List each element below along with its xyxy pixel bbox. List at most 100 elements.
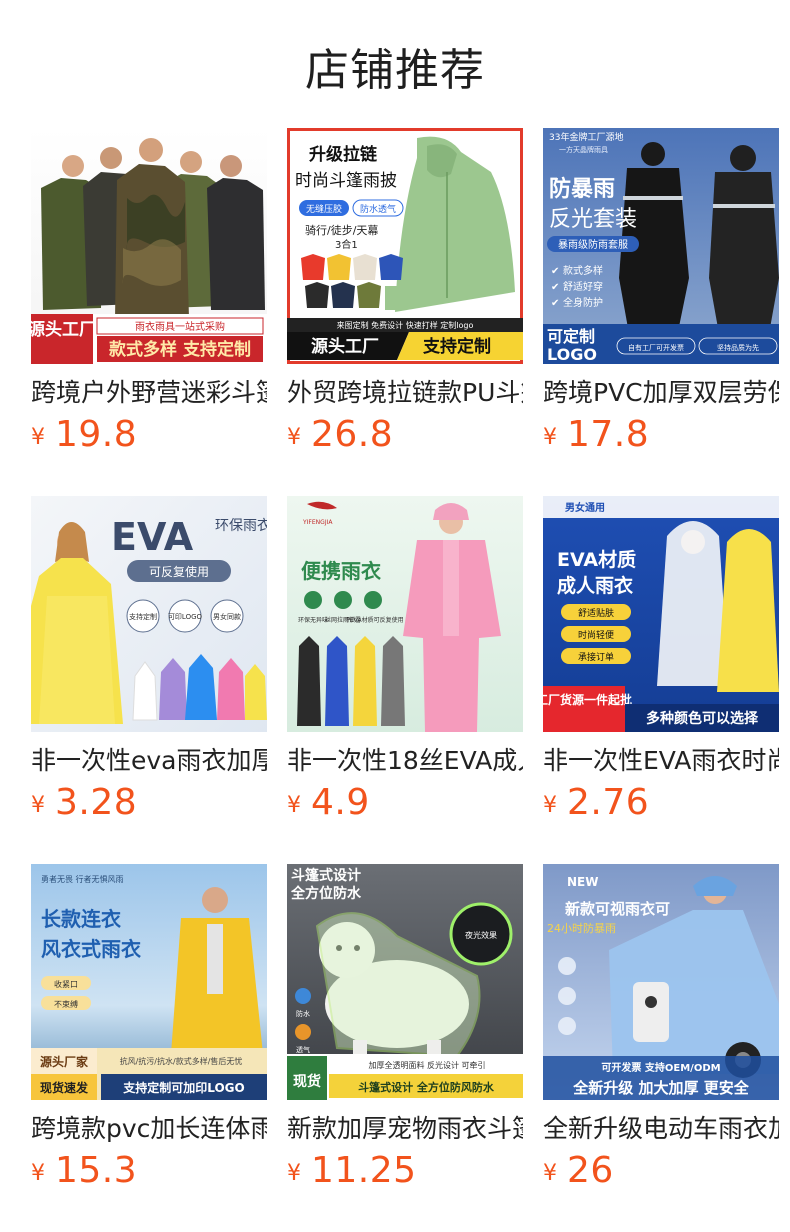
product-price: 17.8 bbox=[567, 414, 650, 455]
product-title[interactable]: 非一次性eva雨衣加厚成人 bbox=[31, 744, 267, 778]
currency-symbol: ¥ bbox=[543, 793, 557, 818]
headline: 长款连衣 bbox=[41, 907, 121, 931]
product-card[interactable]: 升级拉链 时尚斗篷雨披 无缝压胶 防水透气 骑行/徒步/天幕 3合1 来图定制 … bbox=[287, 128, 523, 496]
badge-small: 雨衣雨具一站式采购 bbox=[135, 320, 225, 333]
badge-main: 多种颜色可以选择 bbox=[646, 710, 759, 727]
product-price: 3.28 bbox=[55, 782, 138, 823]
brand: YIFENGJIA bbox=[302, 519, 333, 526]
badge-left: 工厂货源一件起批 bbox=[543, 692, 632, 707]
product-title[interactable]: 非一次性18丝EVA成人雨衣 bbox=[287, 744, 523, 778]
currency-symbol: ¥ bbox=[31, 425, 45, 450]
logo-text: LOGO bbox=[547, 345, 597, 364]
pill: 可反复使用 bbox=[149, 564, 209, 579]
product-image[interactable]: 勇者无畏 行者无惧风雨 长款连衣 风衣式雨衣 收紧口 不束缚 源头厂家 抗风/抗… bbox=[31, 864, 267, 1100]
product-card[interactable]: 33年金牌工厂源地 一方天晶牌雨具 防暴雨 反光套装 暴雨级防雨套服 ✔ 款式多… bbox=[543, 128, 779, 496]
currency-symbol: ¥ bbox=[543, 1161, 557, 1186]
price-row: ¥ 26.8 bbox=[287, 414, 523, 460]
headline: EVA bbox=[111, 515, 194, 559]
price-row: ¥ 11.25 bbox=[287, 1150, 523, 1196]
product-title[interactable]: 外贸跨境拉链款PU斗篷雨披 bbox=[287, 376, 523, 410]
product-card[interactable]: YIFENGJIA 便携雨衣 环保无异味 丝网拉雨锁雪 PEVA材质可反复使用 bbox=[287, 496, 523, 864]
banner-right: 支持定制 bbox=[423, 336, 491, 357]
uses: 骑行/徒步/天幕 bbox=[305, 223, 378, 237]
pill: 暴雨级防雨套服 bbox=[558, 238, 628, 251]
currency-symbol: ¥ bbox=[31, 1161, 45, 1186]
product-card[interactable]: 男女通用 EVA材质 成人雨衣 舒适贴肤 时尚轻便 承接订单 工厂货源一件起批 … bbox=[543, 496, 779, 864]
product-price: 26 bbox=[567, 1150, 614, 1191]
price-row: ¥ 19.8 bbox=[31, 414, 267, 460]
subhead: 时尚斗篷雨披 bbox=[295, 171, 397, 191]
currency-symbol: ¥ bbox=[287, 425, 301, 450]
product-image[interactable]: YIFENGJIA 便携雨衣 环保无异味 丝网拉雨锁雪 PEVA材质可反复使用 bbox=[287, 496, 523, 732]
price-row: ¥ 26 bbox=[543, 1150, 779, 1196]
feature: 时尚轻便 bbox=[578, 629, 614, 641]
badge-main: 支持定制可加印LOGO bbox=[122, 1080, 244, 1095]
circle-tag: 可印LOGO bbox=[168, 613, 203, 621]
product-title[interactable]: 新款加厚宠物雨衣斗篷式 bbox=[287, 1112, 523, 1146]
price-row: ¥ 4.9 bbox=[287, 782, 523, 828]
banner-left: 源头工厂 bbox=[311, 336, 379, 357]
product-price: 11.25 bbox=[311, 1150, 417, 1191]
product-card[interactable]: 斗篷式设计 全方位防水 夜光效果 防水 透气 加厚全透明面料 反光设计 可牵引 bbox=[287, 864, 523, 1232]
badge-left: 源头工厂 bbox=[31, 319, 96, 340]
product-image[interactable]: 男女通用 EVA材质 成人雨衣 舒适贴肤 时尚轻便 承接订单 工厂货源一件起批 … bbox=[543, 496, 779, 732]
product-title[interactable]: 全新升级电动车雨衣加大加厚 bbox=[543, 1112, 779, 1146]
feature: 环保无异味 bbox=[298, 616, 328, 624]
strip: 可开发票 支持OEM/ODM bbox=[601, 1061, 720, 1074]
feature: 承接订单 bbox=[578, 651, 614, 663]
side-tag: 防水 bbox=[296, 1009, 310, 1018]
product-title[interactable]: 跨境款pvc加长连体雨衣 bbox=[31, 1112, 267, 1146]
top-label: 33年金牌工厂源地 bbox=[549, 131, 623, 143]
product-card[interactable]: 勇者无畏 行者无惧风雨 长款连衣 风衣式雨衣 收紧口 不束缚 源头厂家 抗风/抗… bbox=[31, 864, 267, 1232]
badge-main: 全新升级 加大加厚 更安全 bbox=[572, 1079, 749, 1097]
circle-tag: 支持定制 bbox=[129, 612, 157, 621]
product-image[interactable]: 升级拉链 时尚斗篷雨披 无缝压胶 防水透气 骑行/徒步/天幕 3合1 来图定制 … bbox=[287, 128, 523, 364]
uses-2: 3合1 bbox=[335, 238, 358, 251]
product-grid: 源头工厂 雨衣雨具一站式采购 款式多样 支持定制 跨境户外野营迷彩斗篷雨衣 ¥ … bbox=[31, 128, 779, 1232]
product-title[interactable]: 跨境户外野营迷彩斗篷雨衣 bbox=[31, 376, 267, 410]
circle-tag: 男女同款 bbox=[213, 612, 241, 621]
product-card[interactable]: EVA 环保雨衣 可反复使用 支持定制 可印LOGO 男女同款 非一次性eva雨… bbox=[31, 496, 267, 864]
footer-a: 自有工厂可开发票 bbox=[628, 343, 684, 352]
product-image[interactable]: 33年金牌工厂源地 一方天晶牌雨具 防暴雨 反光套装 暴雨级防雨套服 ✔ 款式多… bbox=[543, 128, 779, 364]
product-price: 4.9 bbox=[311, 782, 370, 823]
tag: 不束缚 bbox=[54, 999, 78, 1009]
product-card[interactable]: 源头工厂 雨衣雨具一站式采购 款式多样 支持定制 跨境户外野营迷彩斗篷雨衣 ¥ … bbox=[31, 128, 267, 496]
product-price: 26.8 bbox=[311, 414, 394, 455]
badge-main: 款式多样 支持定制 bbox=[109, 339, 251, 360]
badge-left-b: 现货速发 bbox=[40, 1080, 89, 1095]
badge-left-a: 源头厂家 bbox=[40, 1054, 89, 1069]
headline: 便携雨衣 bbox=[301, 559, 381, 583]
product-title[interactable]: 非一次性EVA雨衣时尚透明 bbox=[543, 744, 779, 778]
bubble: 夜光效果 bbox=[465, 930, 497, 940]
price-row: ¥ 2.76 bbox=[543, 782, 779, 828]
subhead: 成人雨衣 bbox=[557, 574, 633, 597]
footer-b: 坚持品质为先 bbox=[717, 343, 759, 352]
product-card[interactable]: NEW 新款可视雨衣可 24小时防暴雨 可开发票 支持OEM/ODM 全新升级 … bbox=[543, 864, 779, 1232]
subhead: 24小时防暴雨 bbox=[547, 921, 616, 935]
product-price: 15.3 bbox=[55, 1150, 138, 1191]
tag: 防水透气 bbox=[360, 203, 396, 215]
custom: 可定制 bbox=[547, 327, 595, 346]
strip: 加厚全透明面料 反光设计 可牵引 bbox=[368, 1060, 485, 1070]
svg-text:✔: ✔ bbox=[551, 282, 559, 293]
section-title: 店铺推荐 bbox=[305, 45, 485, 96]
svg-text:✔: ✔ bbox=[551, 266, 559, 277]
price-row: ¥ 3.28 bbox=[31, 782, 267, 828]
product-image[interactable]: 斗篷式设计 全方位防水 夜光效果 防水 透气 加厚全透明面料 反光设计 可牵引 bbox=[287, 864, 523, 1100]
product-image[interactable]: 源头工厂 雨衣雨具一站式采购 款式多样 支持定制 bbox=[31, 128, 267, 364]
top-small: 勇者无畏 行者无惧风雨 bbox=[41, 874, 124, 884]
product-image[interactable]: NEW 新款可视雨衣可 24小时防暴雨 可开发票 支持OEM/ODM 全新升级 … bbox=[543, 864, 779, 1100]
new-tag: NEW bbox=[567, 875, 598, 889]
product-title[interactable]: 跨境PVC加厚双层劳保雨衣套装 bbox=[543, 376, 779, 410]
top-sub: 一方天晶牌雨具 bbox=[559, 145, 608, 154]
top-label: 男女通用 bbox=[565, 501, 605, 514]
currency-symbol: ¥ bbox=[287, 1161, 301, 1186]
currency-symbol: ¥ bbox=[31, 793, 45, 818]
feature: 款式多样 bbox=[563, 264, 603, 277]
price-row: ¥ 17.8 bbox=[543, 414, 779, 460]
product-image[interactable]: EVA 环保雨衣 可反复使用 支持定制 可印LOGO 男女同款 bbox=[31, 496, 267, 732]
subhead: 全方位防水 bbox=[290, 885, 362, 902]
services: 来图定制 免费设计 快速打样 定制logo bbox=[337, 320, 474, 330]
tag: 收紧口 bbox=[54, 979, 78, 989]
